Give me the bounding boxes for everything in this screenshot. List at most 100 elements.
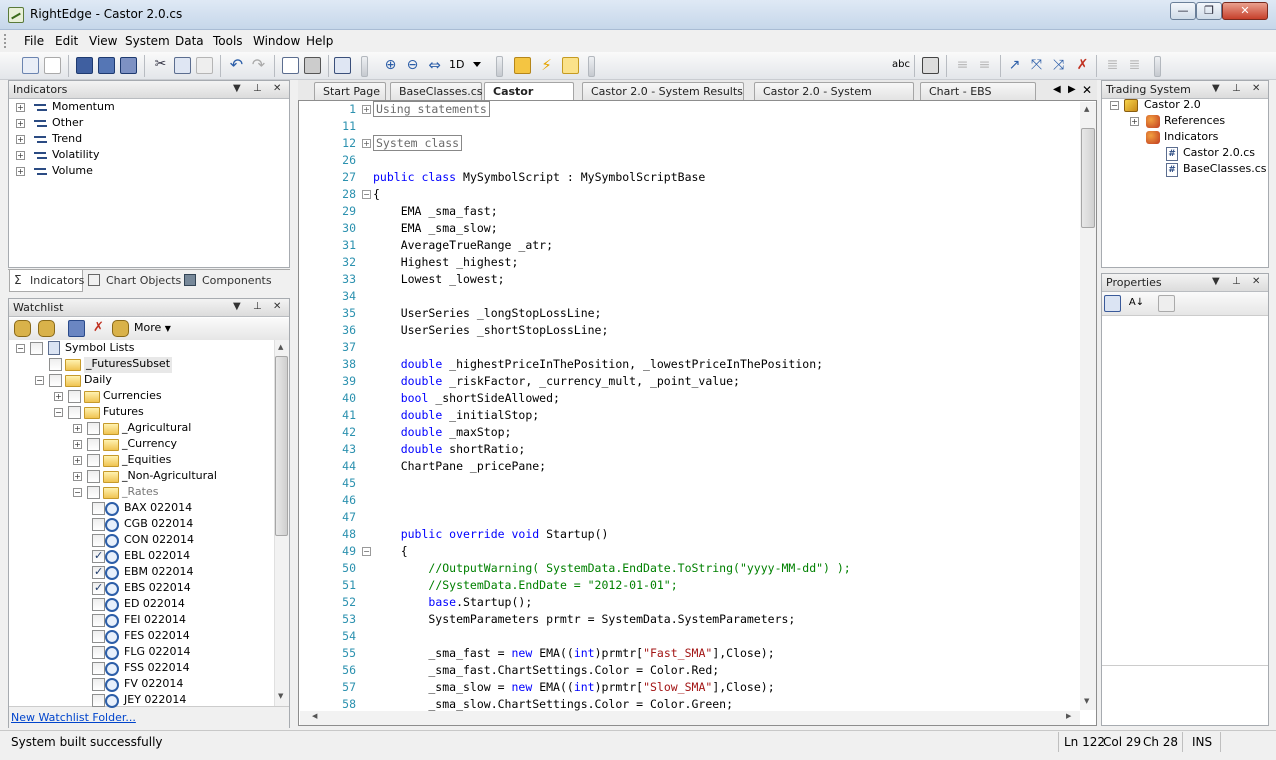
toolbar-dropdown-grip[interactable] (361, 56, 368, 77)
expand-icon[interactable]: + (1130, 117, 1139, 126)
symbol-checkbox[interactable] (92, 581, 105, 595)
symbol-checkbox[interactable] (92, 630, 105, 643)
watchlist-scroll-thumb[interactable] (275, 356, 288, 536)
close-icon[interactable]: ✕ (273, 83, 281, 94)
tab-system-results-1[interactable]: Castor 2.0 - System Results (582, 82, 744, 101)
categorized-icon[interactable] (1104, 295, 1121, 312)
cut-icon[interactable]: ✂ (152, 57, 169, 74)
sort-alpha-icon[interactable]: A↓ (1128, 295, 1145, 312)
symbol-item[interactable]: ED 022014 (124, 597, 185, 613)
symbol-add-icon[interactable] (68, 320, 85, 337)
expand-icon[interactable]: + (73, 440, 82, 449)
expand-icon[interactable]: + (16, 119, 25, 128)
menu-window[interactable]: Window (253, 34, 300, 48)
menu-system[interactable]: System (125, 34, 170, 48)
watchlist-folder[interactable]: Futures (103, 405, 144, 421)
bookmark-icon[interactable]: ≡ (954, 57, 971, 74)
symbol-checkbox[interactable] (92, 518, 105, 531)
expand-icon[interactable]: − (73, 488, 82, 497)
symbol-item[interactable]: FV 022014 (124, 677, 183, 693)
trading-system-file[interactable]: BaseClasses.cs (1183, 162, 1267, 178)
tab-start-page[interactable]: Start Page (314, 82, 386, 101)
folder-checkbox[interactable] (87, 454, 100, 467)
optimize-icon[interactable] (562, 57, 579, 74)
symbol-checkbox[interactable] (92, 646, 105, 659)
panel-menu-icon[interactable]: ▼ (233, 301, 241, 312)
new-watchlist-folder-link[interactable]: New Watchlist Folder... (11, 711, 136, 724)
symbol-item[interactable]: CGB 022014 (124, 517, 193, 533)
menu-help[interactable]: Help (306, 34, 333, 48)
delete-drawing-icon[interactable]: ✗ (1074, 57, 1091, 74)
expand-icon[interactable]: − (54, 408, 63, 417)
symbol-checkbox[interactable] (92, 598, 105, 611)
scroll-up-icon[interactable]: ▲ (278, 343, 283, 351)
symbol-item[interactable]: JEY 022014 (124, 693, 186, 709)
panel-menu-icon[interactable]: ▼ (1212, 83, 1220, 94)
menu-edit[interactable]: Edit (55, 34, 78, 48)
interval-select[interactable]: 1D (449, 58, 464, 71)
folder-checkbox[interactable] (87, 438, 100, 451)
tab-baseclasses[interactable]: BaseClasses.cs (390, 82, 483, 101)
draw-tool-2-icon[interactable]: ⤨ (1050, 57, 1067, 74)
tab-indicators[interactable]: Σ Indicators (9, 270, 84, 292)
paste-icon[interactable] (196, 57, 213, 74)
fold-toggle-icon[interactable]: + (362, 139, 371, 148)
minimize-button[interactable]: — (1170, 2, 1196, 20)
watchlist-folder[interactable]: Daily (84, 373, 112, 389)
menu-view[interactable]: View (89, 34, 117, 48)
expand-icon[interactable]: − (1110, 101, 1119, 110)
folder-checkbox[interactable] (68, 390, 81, 403)
fold-toggle-icon[interactable]: + (362, 105, 371, 114)
watchlist-folder[interactable]: _Currency (122, 437, 177, 453)
expand-icon[interactable]: − (35, 376, 44, 385)
symbol-item[interactable]: FEI 022014 (124, 613, 186, 629)
watchlist-folder[interactable]: _Equities (122, 453, 171, 469)
folder-checkbox[interactable] (30, 342, 43, 355)
chevron-down-icon[interactable] (473, 62, 481, 67)
watchlist-folder[interactable]: Symbol Lists (65, 341, 134, 357)
indicator-group-volume[interactable]: Volume (52, 164, 93, 180)
expand-icon[interactable]: + (73, 472, 82, 481)
watchlist-folder[interactable]: _Agricultural (122, 421, 191, 437)
symbol-checkbox[interactable] (92, 678, 105, 691)
symbol-item[interactable]: EBS 022014 (124, 581, 191, 597)
pin-icon[interactable]: ⊥ (1232, 83, 1241, 94)
menu-data[interactable]: Data (175, 34, 204, 48)
expand-icon[interactable]: + (54, 392, 63, 401)
report-icon[interactable] (282, 57, 299, 74)
symbol-checkbox[interactable] (92, 662, 105, 675)
symbol-item[interactable]: FLG 022014 (124, 645, 190, 661)
expand-icon[interactable]: + (16, 167, 25, 176)
build-icon[interactable] (514, 57, 531, 74)
close-document-icon[interactable]: ✕ (1082, 83, 1092, 97)
pin-icon[interactable]: ⊥ (1232, 276, 1241, 287)
maximize-button[interactable]: ❐ (1196, 2, 1222, 20)
zoom-out-icon[interactable]: ⊖ (404, 57, 421, 74)
watchlist-folder[interactable]: _Rates (122, 485, 158, 501)
fold-toggle-icon[interactable]: − (362, 547, 371, 556)
tab-scroll-left-icon[interactable]: ◀ (1053, 84, 1061, 95)
database-add-icon[interactable] (38, 320, 55, 337)
editor-horizontal-scrollbar[interactable] (300, 711, 1080, 725)
scroll-down-icon[interactable]: ▼ (1084, 697, 1089, 705)
symbol-item[interactable]: FES 022014 (124, 629, 190, 645)
bookmark-next-icon[interactable]: ≡ (976, 57, 993, 74)
close-icon[interactable]: ✕ (1252, 276, 1260, 287)
draw-line-icon[interactable]: ↗ (1006, 57, 1023, 74)
panel-menu-icon[interactable]: ▼ (233, 83, 241, 94)
indicator-group-momentum[interactable]: Momentum (52, 100, 115, 116)
folder-checkbox[interactable] (68, 406, 81, 419)
folder-checkbox[interactable] (49, 374, 62, 387)
symbol-item[interactable]: EBM 022014 (124, 565, 193, 581)
watchlist-folder[interactable]: Currencies (103, 389, 162, 405)
scroll-up-icon[interactable]: ▲ (1084, 105, 1089, 113)
database-icon[interactable] (14, 320, 31, 337)
symbol-checkbox[interactable] (92, 565, 105, 579)
folder-checkbox[interactable] (49, 358, 62, 371)
menu-tools[interactable]: Tools (213, 34, 243, 48)
trading-system-node[interactable]: References (1164, 114, 1225, 130)
zoom-in-icon[interactable]: ⊕ (382, 57, 399, 74)
symbol-item[interactable]: BAX 022014 (124, 501, 192, 517)
watchlist-folder[interactable]: _Non-Agricultural (122, 469, 217, 485)
expand-icon[interactable]: + (16, 135, 25, 144)
